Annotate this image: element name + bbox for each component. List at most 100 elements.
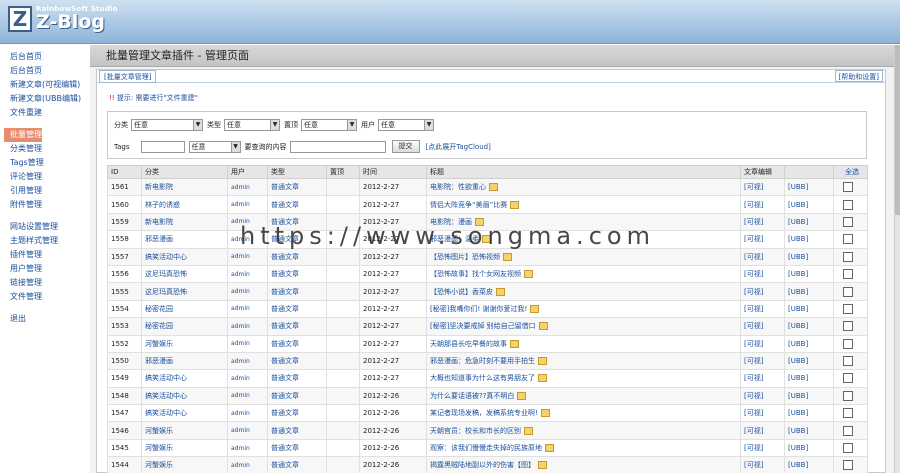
sidebar-item-rebuild[interactable]: 文件重建 — [0, 106, 90, 120]
row-user-link[interactable]: admin — [227, 369, 268, 388]
row-user-link[interactable]: admin — [227, 438, 268, 458]
edit-icon[interactable] — [538, 322, 548, 331]
ubb-edit-link[interactable]: [UBB] — [788, 461, 808, 469]
row-title-link[interactable]: [秘密]我嘴你们! 谢谢你爱过我! — [430, 305, 527, 313]
visual-edit-link[interactable]: [可视] — [744, 288, 763, 296]
category-select[interactable]: 任意 ▼ — [131, 119, 203, 131]
row-checkbox[interactable] — [843, 182, 853, 193]
visual-edit-link[interactable]: [可视] — [744, 235, 763, 243]
row-type-link[interactable]: 普通文章 — [267, 421, 327, 440]
row-checkbox[interactable] — [843, 408, 853, 419]
visual-edit-link[interactable]: [可视] — [744, 270, 763, 278]
row-title-link[interactable]: 天朝那县长吃早餐的故事 — [430, 340, 507, 348]
row-category-link[interactable]: 邪恶漫画 — [141, 230, 228, 249]
row-user-link[interactable]: admin — [227, 404, 268, 423]
sidebar-item-category[interactable]: 分类管理 — [0, 142, 90, 156]
ubb-edit-link[interactable]: [UBB] — [788, 253, 808, 261]
row-user-link[interactable]: admin — [227, 195, 268, 214]
row-category-link[interactable]: 秘密花园 — [141, 299, 228, 319]
visual-edit-link[interactable]: [可视] — [744, 305, 763, 313]
col-top[interactable]: 置顶 — [326, 165, 360, 179]
sidebar-item-site-settings[interactable]: 网站设置管理 — [0, 220, 90, 234]
row-category-link[interactable]: 搞笑活动中心 — [141, 369, 228, 388]
row-category-link[interactable]: 秘密花园 — [141, 317, 228, 336]
content-search-input[interactable] — [289, 140, 386, 153]
row-user-link[interactable]: admin — [227, 421, 268, 440]
edit-icon[interactable] — [530, 304, 540, 313]
row-category-link[interactable]: 河蟹娱乐 — [141, 456, 228, 473]
col-user[interactable]: 用户 — [227, 165, 268, 179]
ubb-edit-link[interactable]: [UBB] — [788, 357, 808, 365]
row-category-link[interactable]: 这尼玛真恐怖 — [141, 282, 228, 301]
row-user-link[interactable]: admin — [227, 386, 268, 406]
ubb-edit-link[interactable]: [UBB] — [788, 340, 808, 348]
row-title-link[interactable]: 大概也知道事为什么这有男朋友了 — [430, 374, 535, 382]
ubb-edit-link[interactable]: [UBB] — [788, 427, 808, 435]
sidebar-item-tags[interactable]: Tags管理 — [0, 156, 90, 170]
zblog-logo[interactable]: Z RainbowSoft Studio Z-Blog — [8, 5, 118, 32]
edit-icon[interactable] — [538, 374, 547, 383]
visual-edit-link[interactable]: [可视] — [744, 340, 763, 348]
row-title-link[interactable]: 天朝官员：校长和市长的区别 — [430, 427, 521, 435]
ubb-edit-link[interactable]: [UBB] — [788, 235, 808, 243]
vertical-scrollbar[interactable] — [894, 45, 900, 473]
edit-icon[interactable] — [503, 252, 512, 261]
visual-edit-link[interactable]: [可视] — [744, 427, 763, 435]
row-title-link[interactable]: 情侣大阵竞争“美眉”比赛 — [430, 201, 507, 209]
ubb-edit-link[interactable]: [UBB] — [788, 444, 808, 452]
visual-edit-link[interactable]: [可视] — [744, 357, 763, 365]
visual-edit-link[interactable]: [可视] — [744, 461, 763, 469]
ubb-edit-link[interactable]: [UBB] — [788, 288, 808, 296]
row-checkbox[interactable] — [843, 425, 853, 436]
sidebar-item-home[interactable]: 后台首页 — [0, 64, 90, 78]
visual-edit-link[interactable]: [可视] — [744, 409, 763, 417]
sidebar-item-new-post-ubb[interactable]: 新建文章(UBB编辑) — [0, 92, 90, 106]
row-user-link[interactable]: admin — [227, 334, 268, 353]
row-category-link[interactable]: 新电影院 — [141, 212, 228, 232]
edit-icon[interactable] — [482, 235, 491, 244]
row-checkbox[interactable] — [843, 269, 853, 280]
sidebar-item-logout[interactable]: 退出 — [0, 312, 90, 326]
row-checkbox[interactable] — [843, 356, 853, 367]
visual-edit-link[interactable]: [可视] — [744, 374, 763, 382]
row-type-link[interactable]: 普通文章 — [267, 299, 327, 319]
submit-button[interactable]: 提交 — [391, 140, 420, 153]
visual-edit-link[interactable]: [可视] — [744, 322, 763, 330]
edit-icon[interactable] — [545, 444, 554, 453]
edit-icon[interactable] — [517, 391, 527, 400]
ubb-edit-link[interactable]: [UBB] — [788, 374, 808, 382]
row-checkbox[interactable] — [843, 460, 853, 471]
col-category[interactable]: 分类 — [141, 165, 228, 179]
row-type-link[interactable]: 普通文章 — [267, 195, 327, 214]
row-user-link[interactable]: admin — [227, 351, 268, 371]
row-category-link[interactable]: 林子的诱惑 — [141, 195, 228, 214]
help-settings-link[interactable]: [帮助和设置] — [834, 70, 883, 82]
visual-edit-link[interactable]: [可视] — [744, 218, 763, 226]
row-title-link[interactable]: 邪恶漫画：危急时刻不要用手拍生 — [430, 357, 535, 365]
edit-icon[interactable] — [510, 200, 520, 209]
row-category-link[interactable]: 邪恶漫画 — [141, 351, 228, 371]
col-time[interactable]: 时间 — [359, 165, 427, 179]
row-category-link[interactable]: 搞笑活动中心 — [141, 386, 228, 406]
col-id[interactable]: ID — [107, 165, 142, 179]
visual-edit-link[interactable]: [可视] — [744, 201, 763, 209]
rebuild-tip[interactable]: !! 提示: 需要进行"文件重建" — [109, 93, 198, 103]
row-checkbox[interactable] — [843, 199, 853, 210]
row-user-link[interactable]: admin — [227, 177, 268, 197]
sidebar-item-attachments[interactable]: 附件管理 — [0, 198, 90, 212]
row-type-link[interactable]: 普通文章 — [267, 404, 327, 423]
row-checkbox[interactable] — [843, 303, 853, 314]
row-title-link[interactable]: 某记者现场发稿，发稿系统专业啊! — [430, 409, 538, 417]
row-title-link[interactable]: 为什么要话语被??真不明白 — [430, 392, 514, 400]
visual-edit-link[interactable]: [可视] — [744, 392, 763, 400]
ubb-edit-link[interactable]: [UBB] — [788, 305, 808, 313]
row-type-link[interactable]: 普通文章 — [267, 177, 327, 197]
ubb-edit-link[interactable]: [UBB] — [788, 183, 808, 191]
row-title-link[interactable]: 电影院：性欲重心 — [430, 183, 486, 191]
row-type-link[interactable]: 普通文章 — [267, 386, 327, 406]
row-type-link[interactable]: 普通文章 — [267, 247, 327, 266]
sidebar-item-links[interactable]: 链接管理 — [0, 276, 90, 290]
row-category-link[interactable]: 河蟹娱乐 — [141, 421, 228, 440]
sidebar-item-comments[interactable]: 评论管理 — [0, 170, 90, 184]
row-title-link[interactable]: 电影院：漫画 — [430, 218, 472, 226]
